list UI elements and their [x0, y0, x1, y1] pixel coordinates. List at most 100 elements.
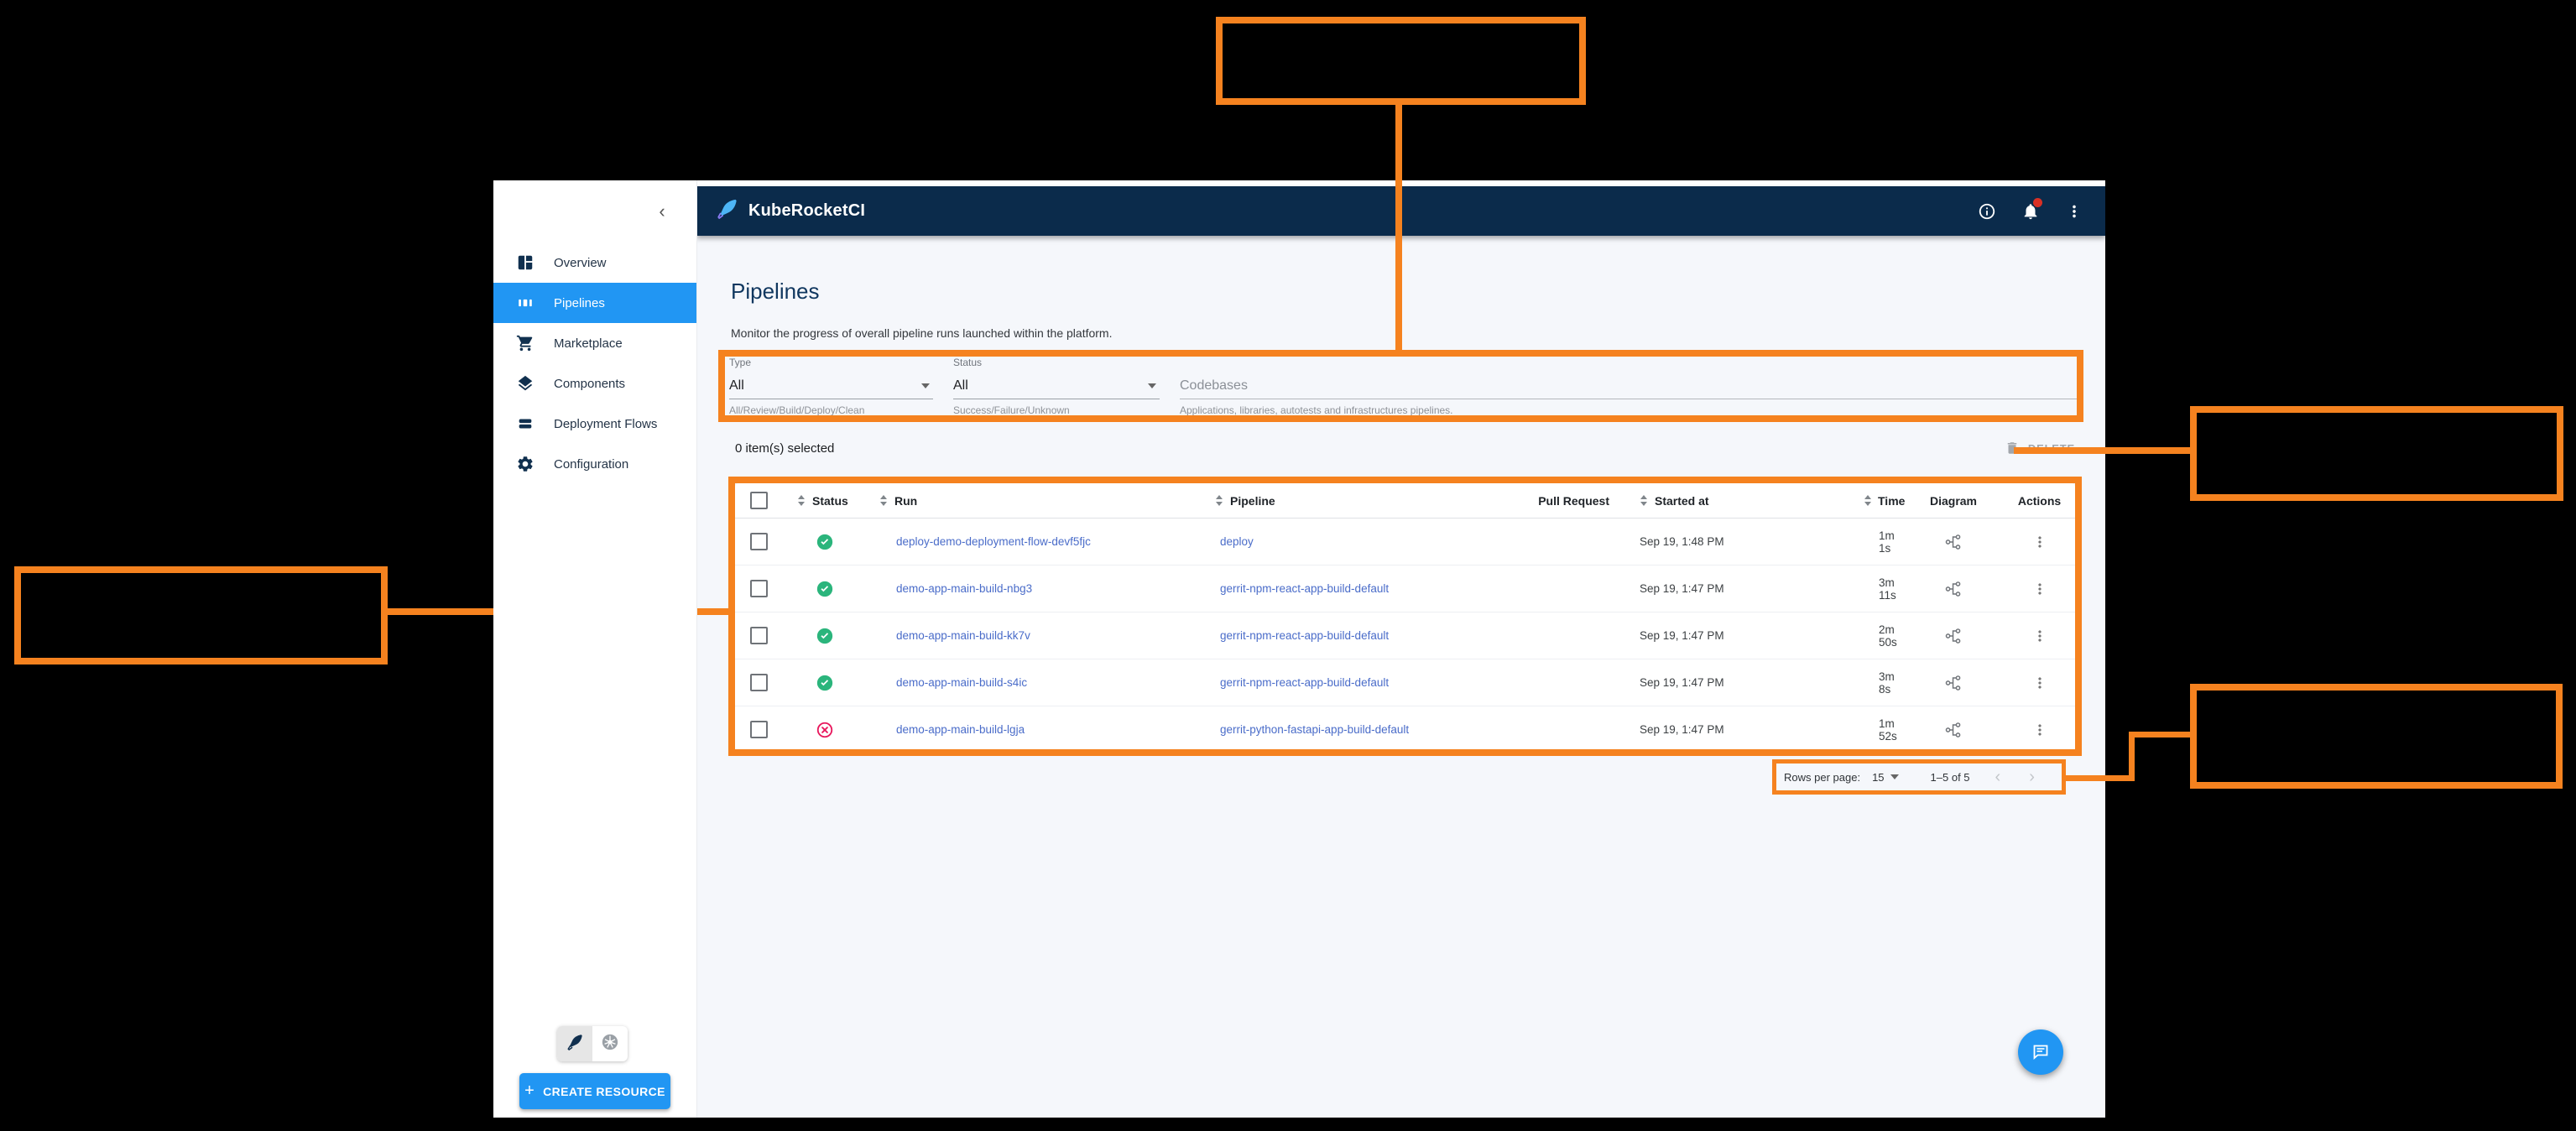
- deployment-flows-icon: [515, 414, 535, 434]
- column-header-status[interactable]: Status: [812, 494, 848, 508]
- pipeline-link[interactable]: gerrit-npm-react-app-build-default: [1220, 629, 1389, 642]
- pagination-next-button[interactable]: ›: [2029, 768, 2035, 787]
- row-checkbox[interactable]: [749, 580, 768, 597]
- run-link[interactable]: demo-app-main-build-nbg3: [896, 582, 1032, 595]
- column-header-run[interactable]: Run: [894, 494, 917, 508]
- run-link[interactable]: demo-app-main-build-s4ic: [896, 676, 1027, 689]
- select-all-checkbox[interactable]: [749, 492, 768, 509]
- sidebar-menu: Overview Pipelines Marketplace Components De…: [493, 242, 696, 484]
- pipeline-link[interactable]: gerrit-npm-react-app-build-default: [1220, 676, 1389, 689]
- codebases-filter: Codebases Applications, libraries, autot…: [1180, 357, 2079, 416]
- pagination-prev-button[interactable]: ‹: [1995, 768, 2001, 787]
- row-checkbox[interactable]: [749, 627, 768, 644]
- pipeline-link[interactable]: gerrit-python-fastapi-app-build-default: [1220, 723, 1409, 736]
- started-at-cell: Sep 19, 1:47 PM: [1640, 629, 1724, 642]
- selection-row: 0 item(s) selected DELETE: [735, 440, 2075, 456]
- run-cell: deploy-demo-deployment-flow-devf5fjc: [878, 535, 1202, 548]
- header-menu-button[interactable]: [2063, 201, 2085, 222]
- sidebar: ‹ Overview Pipelines Marketplace Components…: [493, 180, 697, 1118]
- header-actions: [1976, 197, 2085, 222]
- sidebar-item-label: Overview: [554, 255, 607, 270]
- row-actions-button[interactable]: [2004, 534, 2075, 550]
- row-checkbox[interactable]: [749, 533, 768, 550]
- table-row: demo-app-main-build-s4ic gerrit-npm-react…: [735, 659, 2075, 706]
- pipeline-runs-table: Status Run Pipeline Pull Request Started…: [735, 483, 2075, 753]
- row-actions-button[interactable]: [2004, 722, 2075, 738]
- column-header-time[interactable]: Time: [1878, 494, 1905, 508]
- sidebar-item-overview[interactable]: Overview: [493, 242, 696, 283]
- row-actions-button[interactable]: [2004, 581, 2075, 597]
- status-cell: [782, 627, 878, 645]
- diagram-icon: [1945, 534, 1961, 550]
- quill-mode-button[interactable]: [557, 1026, 592, 1061]
- sort-pipeline-button[interactable]: [1215, 495, 1223, 506]
- time-cell: 3m 8s: [1879, 670, 1895, 696]
- column-header-started-at[interactable]: Started at: [1655, 494, 1709, 508]
- started-at-cell: Sep 19, 1:47 PM: [1640, 676, 1724, 689]
- sidebar-item-components[interactable]: Components: [493, 363, 696, 404]
- status-filter-helper: Success/Failure/Unknown: [953, 404, 1070, 416]
- row-checkbox[interactable]: [749, 674, 768, 691]
- delete-button[interactable]: DELETE: [2005, 440, 2075, 456]
- status-cell: [782, 674, 878, 692]
- chat-fab-button[interactable]: [2018, 1029, 2063, 1075]
- kubernetes-mode-button[interactable]: [592, 1026, 628, 1061]
- sidebar-item-configuration[interactable]: Configuration: [493, 444, 696, 484]
- annotation-box-delete: [2190, 406, 2563, 501]
- kebab-icon: [2037, 676, 2042, 689]
- codebases-input[interactable]: Codebases: [1180, 373, 2079, 399]
- pipeline-cell: gerrit-npm-react-app-build-default: [1202, 582, 1504, 595]
- time-cell: 1m 1s: [1879, 529, 1895, 555]
- sidebar-collapse-button[interactable]: ‹: [649, 199, 675, 224]
- sidebar-item-marketplace[interactable]: Marketplace: [493, 323, 696, 363]
- sort-run-button[interactable]: [879, 495, 888, 506]
- sidebar-item-label: Deployment Flows: [554, 416, 658, 431]
- diagram-icon: [1945, 675, 1961, 691]
- time-cell: 3m 11s: [1879, 576, 1896, 602]
- type-filter-helper: All/Review/Build/Deploy/Clean: [729, 404, 865, 416]
- row-actions-button[interactable]: [2004, 675, 2075, 691]
- status-filter: Status All Success/Failure/Unknown: [953, 357, 1160, 416]
- column-header-pull-request: Pull Request: [1538, 493, 1609, 508]
- configuration-icon: [515, 454, 535, 474]
- sidebar-item-deployment-flows[interactable]: Deployment Flows: [493, 404, 696, 444]
- diagram-button[interactable]: [1903, 533, 2004, 551]
- column-header-pipeline[interactable]: Pipeline: [1230, 494, 1275, 508]
- sidebar-item-pipelines[interactable]: Pipelines: [493, 283, 696, 323]
- diagram-button[interactable]: [1903, 627, 2004, 645]
- sort-time-button[interactable]: [1864, 495, 1871, 506]
- row-checkbox[interactable]: [749, 721, 768, 738]
- theme-mode-toggle: [557, 1026, 628, 1061]
- status-filter-select[interactable]: All: [953, 373, 1160, 399]
- notifications-button[interactable]: [2020, 197, 2042, 222]
- run-link[interactable]: deploy-demo-deployment-flow-devf5fjc: [896, 535, 1091, 548]
- notification-badge: [2033, 197, 2042, 207]
- sort-status-button[interactable]: [797, 495, 806, 506]
- diagram-button[interactable]: [1903, 721, 2004, 739]
- pipeline-link[interactable]: deploy: [1220, 535, 1254, 548]
- status-cell: [782, 580, 878, 598]
- column-header-diagram: Diagram: [1929, 493, 1978, 508]
- app-window: ‹ Overview Pipelines Marketplace Components…: [493, 180, 2105, 1118]
- diagram-button[interactable]: [1903, 674, 2004, 692]
- type-filter-select[interactable]: All: [729, 373, 933, 399]
- started-at-cell: Sep 19, 1:47 PM: [1640, 582, 1724, 595]
- sort-started-at-button[interactable]: [1640, 495, 1648, 506]
- kubernetes-icon: [601, 1033, 619, 1055]
- row-actions-button[interactable]: [2004, 628, 2075, 644]
- run-link[interactable]: demo-app-main-build-lgja: [896, 723, 1025, 736]
- create-resource-button[interactable]: + CREATE RESOURCE: [519, 1073, 670, 1109]
- info-button[interactable]: [1976, 201, 1998, 222]
- plus-icon: +: [524, 1081, 535, 1100]
- pipeline-link[interactable]: gerrit-npm-react-app-build-default: [1220, 582, 1389, 595]
- brand: KubeRocketCI: [715, 197, 865, 225]
- run-cell: demo-app-main-build-s4ic: [878, 676, 1202, 689]
- run-link[interactable]: demo-app-main-build-kk7v: [896, 629, 1030, 642]
- status-cell: [782, 533, 878, 551]
- info-icon: [1979, 203, 1995, 219]
- selection-count: 0 item(s) selected: [735, 440, 835, 456]
- diagram-button[interactable]: [1903, 580, 2004, 598]
- page-subtitle: Monitor the progress of overall pipeline…: [731, 326, 1113, 340]
- app-header: KubeRocketCI: [696, 186, 2105, 236]
- rows-per-page-select[interactable]: 15: [1872, 771, 1901, 784]
